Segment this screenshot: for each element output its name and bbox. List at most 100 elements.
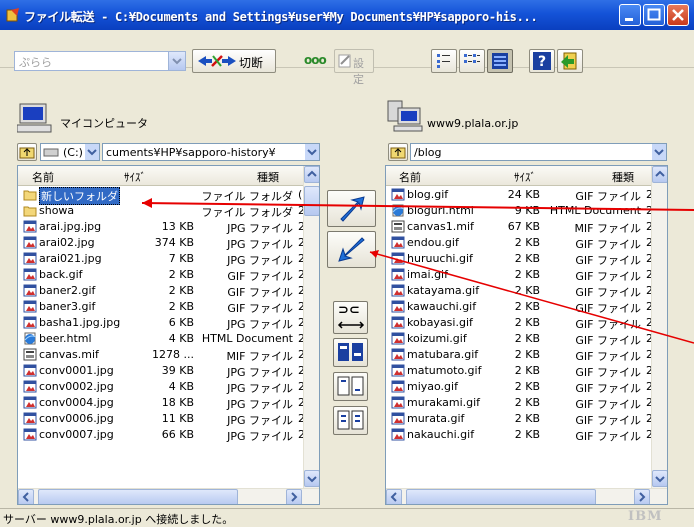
table-row[interactable]: kobayasi.gif 2 KB GIF ファイル 2	[386, 315, 667, 331]
table-row[interactable]: matumoto.gif 2 KB GIF ファイル 2	[386, 363, 667, 379]
remote-col-size[interactable]: ｻｲｽﾞ	[514, 169, 536, 185]
sync-compare-button[interactable]: ⊃⊂	[333, 301, 368, 334]
brand-logo: IBM	[628, 509, 663, 524]
table-row[interactable]: baner2.gif 2 KB GIF ファイル 2	[18, 283, 319, 299]
upload-button[interactable]	[327, 190, 376, 227]
maximize-icon	[647, 8, 661, 21]
table-row[interactable]: beer.html 4 KB HTML Document 2	[18, 331, 319, 347]
scroll-left-icon[interactable]	[18, 489, 34, 504]
table-row[interactable]: conv0001.jpg 39 KB JPG ファイル 2	[18, 363, 319, 379]
scroll-left-icon[interactable]	[386, 489, 402, 504]
table-row[interactable]: katayama.gif 2 KB GIF ファイル 2	[386, 283, 667, 299]
file-type: JPG ファイル	[227, 318, 293, 331]
local-hscroll-thumb[interactable]	[38, 489, 238, 504]
remote-file-list[interactable]: 名前 ｻｲｽﾞ 種類 blog.gif 24 KB GIF ファイル 2 blogurl…	[385, 165, 668, 505]
local-file-list[interactable]: 名前 ｻｲｽﾞ 種類 新しいフォルダ ファイル フォルダ(showa ファイル フォ…	[17, 165, 320, 505]
table-row[interactable]: 新しいフォルダ ファイル フォルダ(	[18, 187, 319, 205]
file-type: MIF ファイル	[226, 350, 293, 363]
table-row[interactable]: conv0002.jpg 4 KB JPG ファイル 2	[18, 379, 319, 395]
local-horizontal-scrollbar[interactable]	[18, 488, 319, 504]
view-details-button[interactable]	[487, 49, 513, 73]
chevron-down-icon[interactable]	[305, 144, 319, 160]
table-row[interactable]: imai.gif 2 KB GIF ファイル 2	[386, 267, 667, 283]
local-path-combo[interactable]: cuments¥HP¥sapporo-history¥	[102, 143, 320, 161]
remote-horizontal-scrollbar[interactable]	[386, 488, 667, 504]
minimize-button[interactable]	[619, 4, 641, 26]
chevron-down-icon[interactable]	[652, 144, 666, 160]
table-row[interactable]: koizumi.gif 2 KB GIF ファイル 2	[386, 331, 667, 347]
title-bar: ファイル転送 - C:¥Documents and Settings¥user¥…	[0, 0, 694, 30]
profile-combo[interactable]: ぷらら	[14, 51, 186, 71]
download-button[interactable]	[327, 231, 376, 268]
remote-col-name[interactable]: 名前	[399, 169, 421, 185]
table-row[interactable]: basha1.jpg.jpg 6 KB JPG ファイル 2	[18, 315, 319, 331]
table-row[interactable]: arai021.jpg 7 KB JPG ファイル 2	[18, 251, 319, 267]
image-file-icon	[391, 364, 405, 377]
remote-hscroll-thumb[interactable]	[406, 489, 596, 504]
local-scroll-thumb[interactable]	[304, 186, 319, 216]
chevron-down-icon[interactable]	[85, 144, 99, 160]
table-row[interactable]: nakauchi.gif 2 KB GIF ファイル 2	[386, 427, 667, 443]
compare-button-1[interactable]	[333, 338, 368, 367]
settings-button[interactable]: 設定	[334, 49, 374, 86]
file-name: kobayasi.gif	[407, 316, 473, 329]
remote-vertical-scrollbar[interactable]	[651, 166, 667, 488]
local-drive-combo[interactable]: (C:)	[40, 143, 100, 161]
table-row[interactable]: murata.gif 2 KB GIF ファイル 2	[386, 411, 667, 427]
table-row[interactable]: conv0004.jpg 18 KB JPG ファイル 2	[18, 395, 319, 411]
local-up-folder-button[interactable]	[17, 143, 37, 161]
table-row[interactable]: huruuchi.gif 2 KB GIF ファイル 2	[386, 251, 667, 267]
local-list-header: 名前 ｻｲｽﾞ 種類	[18, 166, 319, 186]
disconnect-button[interactable]: 切断	[192, 49, 276, 73]
image-file-icon	[391, 332, 405, 345]
scroll-down-icon[interactable]	[304, 470, 319, 487]
table-row[interactable]: blogurl.html 9 KB HTML Document 2	[386, 203, 667, 219]
table-row[interactable]: canvas1.mif 67 KB MIF ファイル 2	[386, 219, 667, 235]
scroll-right-icon[interactable]	[634, 489, 650, 504]
compare-button-3[interactable]	[333, 406, 368, 435]
local-col-name[interactable]: 名前	[32, 169, 54, 185]
table-row[interactable]: back.gif 2 KB GIF ファイル 2	[18, 267, 319, 283]
chevron-down-icon[interactable]	[168, 52, 185, 70]
help-button[interactable]: ?	[529, 49, 555, 73]
local-vertical-scrollbar[interactable]	[303, 166, 319, 488]
file-size: 2 KB	[514, 268, 540, 281]
table-row[interactable]: murakami.gif 2 KB GIF ファイル 2	[386, 395, 667, 411]
compare-button-2[interactable]	[333, 372, 368, 401]
view-list-button[interactable]	[459, 49, 485, 73]
disconnect-icon	[198, 55, 236, 67]
file-name: arai021.jpg	[39, 252, 102, 265]
local-col-type[interactable]: 種類	[257, 169, 279, 185]
close-button[interactable]	[667, 4, 689, 26]
table-row[interactable]: endou.gif 2 KB GIF ファイル 2	[386, 235, 667, 251]
maximize-button[interactable]	[643, 4, 665, 26]
table-row[interactable]: showa ファイル フォルダ 2	[18, 203, 319, 219]
table-row[interactable]: kawauchi.gif 2 KB GIF ファイル 2	[386, 299, 667, 315]
table-row[interactable]: miyao.gif 2 KB GIF ファイル 2	[386, 379, 667, 395]
table-row[interactable]: arai02.jpg 374 KB JPG ファイル 2	[18, 235, 319, 251]
table-row[interactable]: canvas.mif 1278 ... MIF ファイル 2	[18, 347, 319, 363]
scroll-up-icon[interactable]	[652, 166, 667, 183]
file-type: GIF ファイル	[575, 414, 641, 427]
file-size: 2 KB	[168, 300, 194, 313]
table-row[interactable]: arai.jpg.jpg 13 KB JPG ファイル 2	[18, 219, 319, 235]
file-type: GIF ファイル	[575, 334, 641, 347]
exit-button[interactable]	[557, 49, 583, 73]
local-col-size[interactable]: ｻｲｽﾞ	[124, 169, 146, 185]
remote-up-folder-button[interactable]	[388, 143, 408, 161]
table-row[interactable]: conv0007.jpg 66 KB JPG ファイル 2	[18, 427, 319, 443]
table-row[interactable]: conv0006.jpg 11 KB JPG ファイル 2	[18, 411, 319, 427]
table-row[interactable]: baner3.gif 2 KB GIF ファイル 2	[18, 299, 319, 315]
file-type: ファイル フォルダ	[201, 190, 294, 203]
scroll-up-icon[interactable]	[304, 166, 319, 183]
scroll-down-icon[interactable]	[652, 470, 667, 487]
remote-path-combo[interactable]: /blog	[410, 143, 667, 161]
scroll-right-icon[interactable]	[286, 489, 302, 504]
view-small-icons-button[interactable]	[431, 49, 457, 73]
file-size: 13 KB	[161, 220, 194, 233]
file-size: 2 KB	[514, 300, 540, 313]
file-name: conv0002.jpg	[39, 380, 114, 393]
remote-col-type[interactable]: 種類	[612, 169, 634, 185]
table-row[interactable]: blog.gif 24 KB GIF ファイル 2	[386, 187, 667, 203]
table-row[interactable]: matubara.gif 2 KB GIF ファイル 2	[386, 347, 667, 363]
